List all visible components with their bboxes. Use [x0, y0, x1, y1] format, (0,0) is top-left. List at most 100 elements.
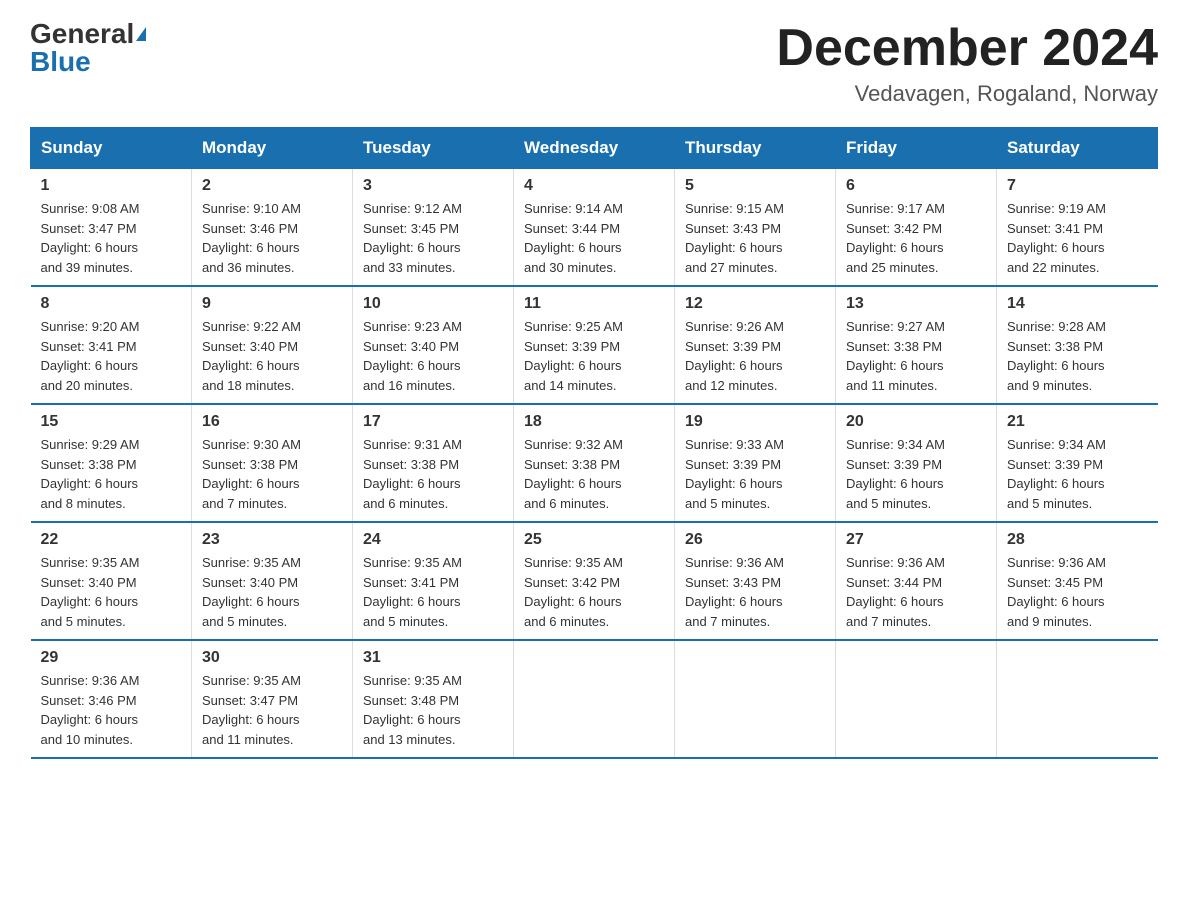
day-cell: 21Sunrise: 9:34 AM Sunset: 3:39 PM Dayli… — [997, 404, 1158, 522]
week-row-5: 29 Sunrise: 9:36 AM Sunset: 3:46 PM Dayli… — [31, 640, 1158, 758]
day-info: Sunrise: 9:28 AM Sunset: 3:38 PM Dayligh… — [1007, 317, 1148, 395]
day-number: 9 — [202, 295, 342, 313]
day-cell: 18 Sunrise: 9:32 AM Sunset: 3:38 PM Dayli… — [514, 404, 675, 522]
day-info: Sunrise: 9:35 AM Sunset: 3:41 PM Dayligh… — [363, 553, 503, 631]
day-number: 11 — [524, 295, 664, 313]
day-cell: 4Sunrise: 9:14 AM Sunset: 3:44 PM Daylig… — [514, 169, 675, 287]
day-info: Sunrise: 9:35 AM Sunset: 3:48 PM Dayligh… — [363, 671, 503, 749]
day-cell: 30 Sunrise: 9:35 AM Sunset: 3:47 PM Dayli… — [192, 640, 353, 758]
day-cell: 7 Sunrise: 9:19 AM Sunset: 3:41 PM Daylig… — [997, 169, 1158, 287]
header-cell-friday: Friday — [836, 128, 997, 169]
day-cell: 19 Sunrise: 9:33 AM Sunset: 3:39 PM Dayli… — [675, 404, 836, 522]
day-info: Sunrise: 9:35 AM Sunset: 3:42 PM Dayligh… — [524, 553, 664, 631]
day-number: 7 — [1007, 177, 1148, 195]
day-number: 18 — [524, 413, 664, 431]
day-cell: 10 Sunrise: 9:23 AM Sunset: 3:40 PM Dayli… — [353, 286, 514, 404]
day-number: 15 — [41, 413, 182, 431]
day-info: Sunrise: 9:08 AM Sunset: 3:47 PM Dayligh… — [41, 199, 182, 277]
day-number: 25 — [524, 531, 664, 549]
day-cell: 26 Sunrise: 9:36 AM Sunset: 3:43 PM Dayli… — [675, 522, 836, 640]
day-number: 22 — [41, 531, 182, 549]
header-cell-monday: Monday — [192, 128, 353, 169]
day-info: Sunrise: 9:10 AM Sunset: 3:46 PM Dayligh… — [202, 199, 342, 277]
day-info: Sunrise: 9:12 AM Sunset: 3:45 PM Dayligh… — [363, 199, 503, 277]
day-number: 30 — [202, 649, 342, 667]
day-cell: 25 Sunrise: 9:35 AM Sunset: 3:42 PM Dayli… — [514, 522, 675, 640]
day-cell: 23Sunrise: 9:35 AM Sunset: 3:40 PM Dayli… — [192, 522, 353, 640]
day-cell — [675, 640, 836, 758]
day-cell: 15 Sunrise: 9:29 AM Sunset: 3:38 PM Dayli… — [31, 404, 192, 522]
day-number: 21 — [1007, 413, 1148, 431]
header-cell-tuesday: Tuesday — [353, 128, 514, 169]
day-info: Sunrise: 9:23 AM Sunset: 3:40 PM Dayligh… — [363, 317, 503, 395]
day-info: Sunrise: 9:33 AM Sunset: 3:39 PM Dayligh… — [685, 435, 825, 513]
day-info: Sunrise: 9:32 AM Sunset: 3:38 PM Dayligh… — [524, 435, 664, 513]
day-info: Sunrise: 9:29 AM Sunset: 3:38 PM Dayligh… — [41, 435, 182, 513]
header-cell-saturday: Saturday — [997, 128, 1158, 169]
day-info: Sunrise: 9:15 AM Sunset: 3:43 PM Dayligh… — [685, 199, 825, 277]
day-cell: 29 Sunrise: 9:36 AM Sunset: 3:46 PM Dayli… — [31, 640, 192, 758]
week-row-4: 22 Sunrise: 9:35 AM Sunset: 3:40 PM Dayli… — [31, 522, 1158, 640]
day-info: Sunrise: 9:20 AM Sunset: 3:41 PM Dayligh… — [41, 317, 182, 395]
day-number: 4 — [524, 177, 664, 195]
header-cell-sunday: Sunday — [31, 128, 192, 169]
day-cell: 3 Sunrise: 9:12 AM Sunset: 3:45 PM Daylig… — [353, 169, 514, 287]
day-cell: 17Sunrise: 9:31 AM Sunset: 3:38 PM Dayli… — [353, 404, 514, 522]
calendar-table: SundayMondayTuesdayWednesdayThursdayFrid… — [30, 127, 1158, 759]
page-header: General Blue December 2024 Vedavagen, Ro… — [30, 20, 1158, 107]
day-cell: 27Sunrise: 9:36 AM Sunset: 3:44 PM Dayli… — [836, 522, 997, 640]
day-cell: 5Sunrise: 9:15 AM Sunset: 3:43 PM Daylig… — [675, 169, 836, 287]
day-info: Sunrise: 9:35 AM Sunset: 3:47 PM Dayligh… — [202, 671, 342, 749]
day-cell: 6Sunrise: 9:17 AM Sunset: 3:42 PM Daylig… — [836, 169, 997, 287]
day-cell — [836, 640, 997, 758]
day-number: 24 — [363, 531, 503, 549]
day-cell: 11 Sunrise: 9:25 AM Sunset: 3:39 PM Dayli… — [514, 286, 675, 404]
logo: General Blue — [30, 20, 146, 76]
day-number: 29 — [41, 649, 182, 667]
day-number: 3 — [363, 177, 503, 195]
day-number: 10 — [363, 295, 503, 313]
day-number: 31 — [363, 649, 503, 667]
calendar-header: SundayMondayTuesdayWednesdayThursdayFrid… — [31, 128, 1158, 169]
day-cell — [514, 640, 675, 758]
location-text: Vedavagen, Rogaland, Norway — [776, 81, 1158, 107]
day-number: 26 — [685, 531, 825, 549]
header-cell-thursday: Thursday — [675, 128, 836, 169]
day-number: 28 — [1007, 531, 1148, 549]
day-number: 8 — [41, 295, 182, 313]
day-number: 23 — [202, 531, 342, 549]
day-cell: 24 Sunrise: 9:35 AM Sunset: 3:41 PM Dayli… — [353, 522, 514, 640]
day-info: Sunrise: 9:26 AM Sunset: 3:39 PM Dayligh… — [685, 317, 825, 395]
logo-general-text: General — [30, 20, 134, 48]
logo-triangle-icon — [136, 27, 146, 41]
day-cell: 13 Sunrise: 9:27 AM Sunset: 3:38 PM Dayli… — [836, 286, 997, 404]
day-number: 27 — [846, 531, 986, 549]
day-cell: 20 Sunrise: 9:34 AM Sunset: 3:39 PM Dayli… — [836, 404, 997, 522]
day-cell: 14Sunrise: 9:28 AM Sunset: 3:38 PM Dayli… — [997, 286, 1158, 404]
day-info: Sunrise: 9:27 AM Sunset: 3:38 PM Dayligh… — [846, 317, 986, 395]
day-cell: 2 Sunrise: 9:10 AM Sunset: 3:46 PM Daylig… — [192, 169, 353, 287]
logo-blue-text: Blue — [30, 48, 91, 76]
day-cell: 1Sunrise: 9:08 AM Sunset: 3:47 PM Daylig… — [31, 169, 192, 287]
day-cell: 8 Sunrise: 9:20 AM Sunset: 3:41 PM Daylig… — [31, 286, 192, 404]
day-number: 20 — [846, 413, 986, 431]
day-info: Sunrise: 9:25 AM Sunset: 3:39 PM Dayligh… — [524, 317, 664, 395]
day-info: Sunrise: 9:34 AM Sunset: 3:39 PM Dayligh… — [846, 435, 986, 513]
day-info: Sunrise: 9:19 AM Sunset: 3:41 PM Dayligh… — [1007, 199, 1148, 277]
day-info: Sunrise: 9:36 AM Sunset: 3:46 PM Dayligh… — [41, 671, 182, 749]
day-info: Sunrise: 9:35 AM Sunset: 3:40 PM Dayligh… — [41, 553, 182, 631]
day-number: 13 — [846, 295, 986, 313]
day-number: 19 — [685, 413, 825, 431]
day-cell: 28 Sunrise: 9:36 AM Sunset: 3:45 PM Dayli… — [997, 522, 1158, 640]
day-cell — [997, 640, 1158, 758]
day-number: 6 — [846, 177, 986, 195]
day-info: Sunrise: 9:36 AM Sunset: 3:45 PM Dayligh… — [1007, 553, 1148, 631]
day-cell: 12Sunrise: 9:26 AM Sunset: 3:39 PM Dayli… — [675, 286, 836, 404]
header-row: SundayMondayTuesdayWednesdayThursdayFrid… — [31, 128, 1158, 169]
header-cell-wednesday: Wednesday — [514, 128, 675, 169]
day-number: 2 — [202, 177, 342, 195]
day-info: Sunrise: 9:36 AM Sunset: 3:43 PM Dayligh… — [685, 553, 825, 631]
day-number: 17 — [363, 413, 503, 431]
day-cell: 16Sunrise: 9:30 AM Sunset: 3:38 PM Dayli… — [192, 404, 353, 522]
day-info: Sunrise: 9:22 AM Sunset: 3:40 PM Dayligh… — [202, 317, 342, 395]
